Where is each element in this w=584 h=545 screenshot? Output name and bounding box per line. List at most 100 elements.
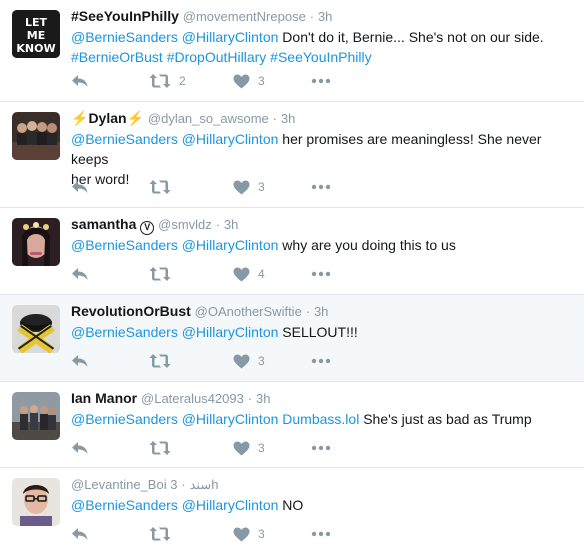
mention-link[interactable]: @BernieSanders @HillaryClinton	[71, 131, 278, 147]
reply-button[interactable]	[71, 177, 89, 197]
tweet-header: @Levantine_Boi سند · 3h	[71, 474, 574, 495]
display-name[interactable]: Ian Manor	[71, 390, 137, 406]
like-button[interactable]: 3	[233, 71, 265, 91]
timestamp[interactable]: 3h	[256, 391, 270, 406]
retweet-button[interactable]	[149, 438, 179, 458]
heart-icon	[233, 441, 250, 455]
tweet[interactable]: @Levantine_Boi سند · 3h @BernieSanders @…	[0, 468, 584, 545]
hashtag-link[interactable]: #BernieOrBust #DropOutHillary #SeeYouInP…	[71, 49, 372, 65]
retweet-button[interactable]	[149, 524, 179, 544]
tweet-text: @BernieSanders @HillaryClinton why are y…	[71, 235, 574, 255]
tweet-text-span: NO	[278, 497, 304, 513]
tweet-content: samantha V @smvldz · 3h @BernieSanders @…	[71, 214, 574, 255]
timestamp[interactable]: 3h	[281, 111, 295, 126]
tweet-actions: 3	[71, 438, 371, 458]
like-button[interactable]: 4	[233, 264, 265, 284]
timestamp[interactable]: 3h	[224, 217, 238, 232]
avatar[interactable]	[12, 305, 60, 353]
mention-link[interactable]: @BernieSanders @HillaryClinton Dumbass.l…	[71, 411, 359, 427]
reply-button[interactable]	[71, 524, 89, 544]
tweet-actions: 3	[71, 351, 371, 371]
heart-icon	[233, 180, 250, 194]
tweet[interactable]: samantha V @smvldz · 3h @BernieSanders @…	[0, 208, 584, 295]
retweet-count: 2	[179, 74, 186, 88]
timestamp[interactable]: 3h	[314, 304, 328, 319]
retweet-icon	[149, 527, 171, 541]
username[interactable]: @OAnotherSwiftie	[195, 304, 302, 319]
tweet-content: @Levantine_Boi سند · 3h @BernieSanders @…	[71, 474, 574, 515]
more-icon	[311, 445, 331, 451]
reply-button[interactable]	[71, 351, 89, 371]
retweet-button[interactable]	[149, 351, 179, 371]
tweet[interactable]: RevolutionOrBust @OAnotherSwiftie · 3h @…	[0, 295, 584, 382]
tweet-text: @BernieSanders @HillaryClinton NO	[71, 495, 574, 515]
heart-icon	[233, 527, 250, 541]
tweet-text-span: Don't do it, Bernie... She's not on our …	[278, 29, 544, 45]
mention-link[interactable]: @BernieSanders @HillaryClinton	[71, 237, 278, 253]
like-button[interactable]: 3	[233, 177, 265, 197]
svg-text:ME: ME	[27, 29, 45, 42]
more-button[interactable]	[311, 524, 331, 544]
display-name[interactable]: #SeeYouInPhilly	[71, 8, 179, 24]
retweet-icon	[149, 180, 171, 194]
tweet-header: Ian Manor @Lateralus42093 · 3h	[71, 388, 574, 409]
retweet-icon	[149, 74, 171, 88]
retweet-button[interactable]	[149, 177, 179, 197]
username[interactable]: @movementNrepose	[183, 9, 306, 24]
mention-link[interactable]: @BernieSanders @HillaryClinton	[71, 324, 278, 340]
reply-button[interactable]	[71, 438, 89, 458]
svg-text:KNOW: KNOW	[16, 42, 55, 55]
tweet[interactable]: LET ME KNOW #SeeYouInPhilly @movementNre…	[0, 0, 584, 102]
avatar[interactable]	[12, 218, 60, 266]
retweet-button[interactable]	[149, 264, 179, 284]
display-name[interactable]: samantha	[71, 216, 136, 232]
more-button[interactable]	[311, 177, 331, 197]
display-name[interactable]: RevolutionOrBust	[71, 303, 191, 319]
avatar[interactable]: LET ME KNOW	[12, 10, 60, 58]
avatar-image	[12, 218, 60, 266]
timestamp[interactable]: 3h	[318, 9, 332, 24]
avatar[interactable]	[12, 392, 60, 440]
tweet-text: @BernieSanders @HillaryClinton Dumbass.l…	[71, 409, 574, 429]
like-count: 3	[258, 354, 265, 368]
avatar[interactable]	[12, 478, 60, 526]
username[interactable]: @smvldz	[158, 217, 212, 232]
username[interactable]: @dylan_so_awsome	[148, 111, 269, 126]
tweet-content: Ian Manor @Lateralus42093 · 3h @BernieSa…	[71, 388, 574, 429]
tweet[interactable]: Ian Manor @Lateralus42093 · 3h @BernieSa…	[0, 382, 584, 468]
svg-text:LET: LET	[25, 16, 48, 29]
more-icon	[311, 531, 331, 537]
lightning-emoji: ⚡	[126, 110, 144, 126]
like-button[interactable]: 3	[233, 351, 265, 371]
tweet-header: #SeeYouInPhilly @movementNrepose · 3h	[71, 6, 574, 27]
tweet-feed: LET ME KNOW #SeeYouInPhilly @movementNre…	[0, 0, 584, 545]
more-button[interactable]	[311, 264, 331, 284]
tweet[interactable]: ⚡Dylan⚡ @dylan_so_awsome · 3h @BernieSan…	[0, 102, 584, 208]
reply-icon	[72, 442, 88, 454]
retweet-icon	[149, 267, 171, 281]
more-button[interactable]	[311, 351, 331, 371]
more-button[interactable]	[311, 438, 331, 458]
more-button[interactable]	[311, 71, 331, 91]
retweet-button[interactable]: 2	[149, 71, 186, 91]
mention-link[interactable]: @BernieSanders @HillaryClinton	[71, 497, 278, 513]
username[interactable]: @Lateralus42093	[141, 391, 244, 406]
reply-button[interactable]	[71, 71, 89, 91]
mention-link[interactable]: @BernieSanders @HillaryClinton	[71, 29, 278, 45]
tweet-header: RevolutionOrBust @OAnotherSwiftie · 3h	[71, 301, 574, 322]
separator-dot: ·	[247, 391, 253, 406]
like-count: 3	[258, 527, 265, 541]
display-name[interactable]: ⚡Dylan⚡	[71, 110, 144, 126]
retweet-icon	[149, 441, 171, 455]
avatar[interactable]	[12, 112, 60, 160]
display-name-text: Dylan	[88, 110, 127, 126]
reply-button[interactable]	[71, 264, 89, 284]
retweet-icon	[149, 354, 171, 368]
username[interactable]: @Levantine_Boi سند	[71, 477, 211, 492]
like-button[interactable]: 3	[233, 438, 265, 458]
like-button[interactable]: 3	[233, 524, 265, 544]
reply-icon	[72, 75, 88, 87]
like-count: 3	[258, 441, 265, 455]
more-icon	[311, 78, 331, 84]
like-count: 4	[258, 267, 265, 281]
